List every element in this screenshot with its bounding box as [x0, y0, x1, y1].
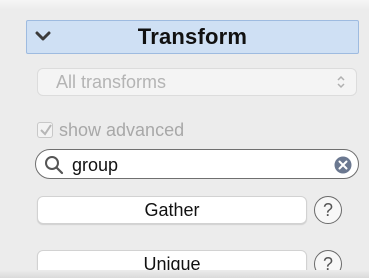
panel-header[interactable]: Transform: [26, 20, 359, 54]
clear-icon[interactable]: [334, 156, 352, 174]
gather-help-button[interactable]: ?: [314, 196, 342, 224]
bottom-edge: [0, 270, 369, 278]
chevron-down-icon[interactable]: [35, 29, 51, 43]
transform-panel-window: Transform All transforms show advanced g…: [0, 0, 369, 278]
search-input[interactable]: group: [35, 149, 359, 179]
transform-filter-value: All transforms: [56, 71, 167, 92]
panel-title: Transform: [137, 24, 248, 49]
updown-arrows-icon: [337, 75, 345, 89]
search-icon: [45, 156, 64, 175]
show-advanced-label: show advanced: [59, 119, 185, 140]
show-advanced-row: show advanced: [37, 118, 184, 142]
gather-button[interactable]: Gather: [37, 196, 307, 224]
checkmark-icon: [40, 124, 52, 136]
search-value: group: [72, 155, 119, 175]
show-advanced-checkbox[interactable]: [37, 122, 53, 138]
top-edge: [0, 0, 369, 10]
transform-filter-select[interactable]: All transforms: [37, 68, 357, 96]
transform-panel: Transform All transforms show advanced g…: [22, 12, 362, 278]
